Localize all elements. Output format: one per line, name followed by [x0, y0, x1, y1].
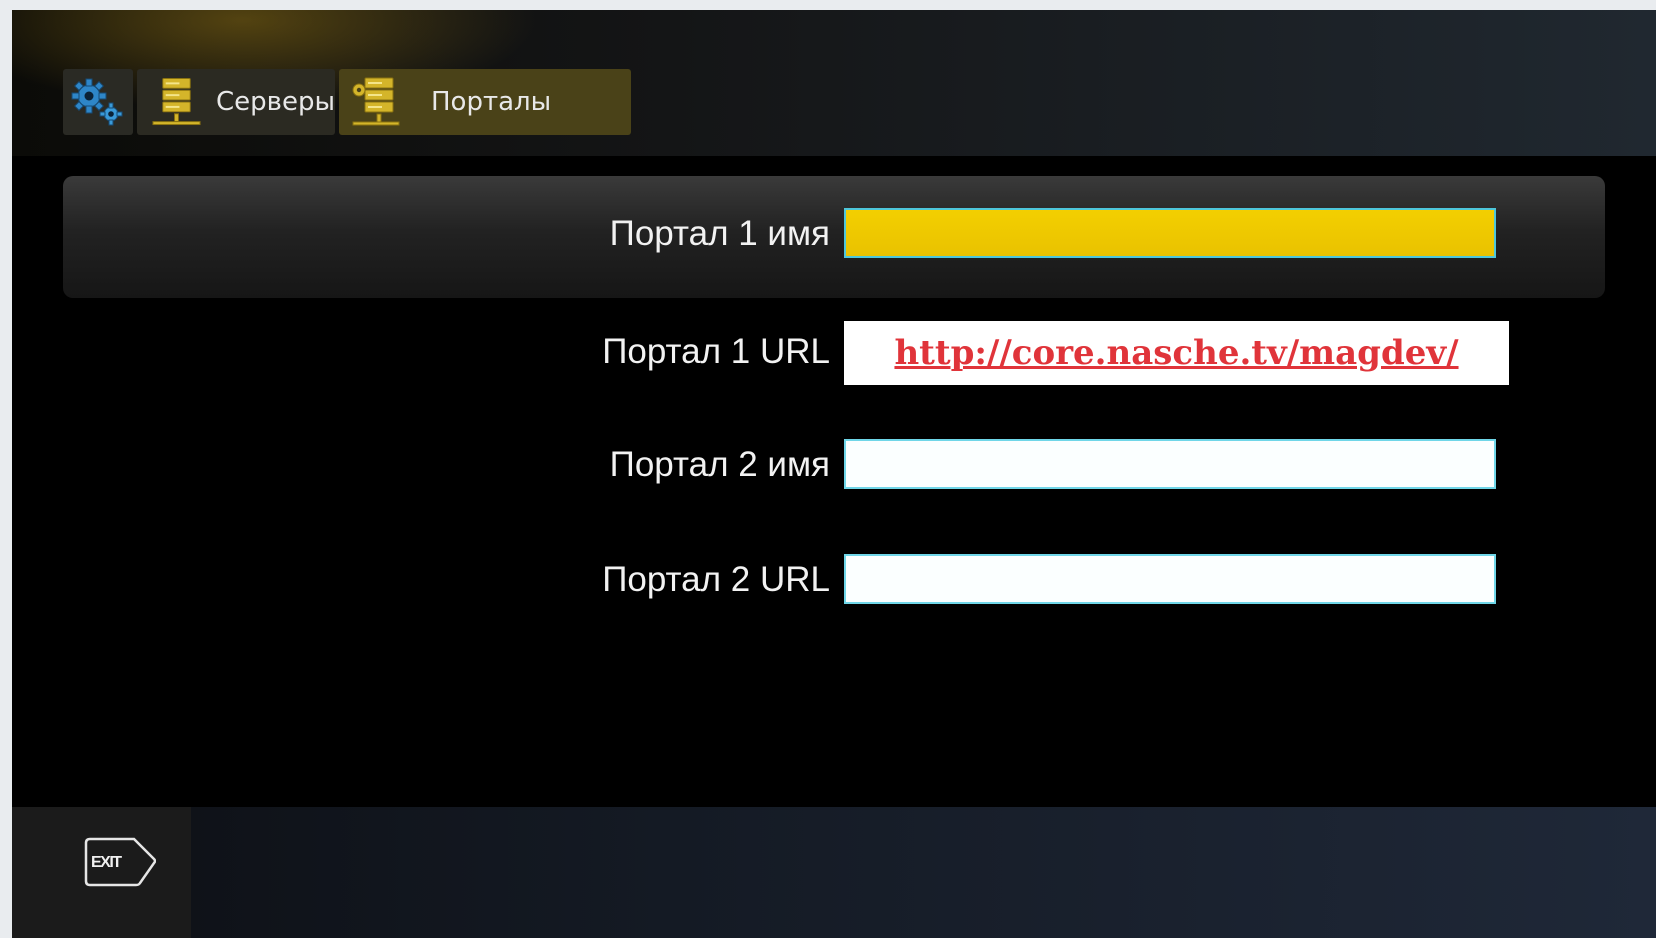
bottom-bar: EXIT	[12, 807, 1656, 938]
exit-label: EXIT	[91, 854, 122, 871]
server-settings-icon	[352, 77, 400, 126]
portal-2-name-input[interactable]	[844, 439, 1496, 489]
portal-1-name-input[interactable]	[844, 208, 1496, 258]
breadcrumb-portals[interactable]: Порталы	[339, 69, 631, 135]
breadcrumb: Серверы Порталы	[63, 69, 631, 135]
top-bar: Серверы Порталы	[12, 10, 1656, 156]
portal-2-url-input[interactable]	[844, 554, 1496, 604]
gears-icon	[71, 78, 123, 126]
breadcrumb-settings[interactable]	[63, 69, 133, 135]
portal-url-annotation: http://core.nasche.tv/magdev/	[844, 321, 1509, 385]
exit-cell: EXIT	[12, 807, 191, 938]
breadcrumb-portals-label: Порталы	[431, 87, 552, 117]
portal-1-name-label: Портал 1 имя	[609, 214, 830, 253]
portal-2-url-row[interactable]: Портал 2 URL	[12, 550, 1656, 610]
exit-button[interactable]: EXIT	[84, 837, 156, 887]
portal-settings-screen: Серверы Порталы Портал 1 имя Портал 1 UR…	[12, 10, 1656, 938]
portal-1-url-label: Портал 1 URL	[602, 332, 830, 371]
portal-url-link[interactable]: http://core.nasche.tv/magdev/	[894, 333, 1458, 373]
portal-2-name-label: Портал 2 имя	[609, 445, 830, 484]
server-icon	[152, 77, 201, 126]
portal-2-name-row[interactable]: Портал 2 имя	[12, 435, 1656, 495]
breadcrumb-servers-label: Серверы	[215, 87, 335, 117]
portal-2-url-label: Портал 2 URL	[602, 560, 830, 599]
breadcrumb-servers[interactable]: Серверы	[137, 69, 335, 135]
portal-1-name-row[interactable]: Портал 1 имя	[12, 204, 1656, 264]
